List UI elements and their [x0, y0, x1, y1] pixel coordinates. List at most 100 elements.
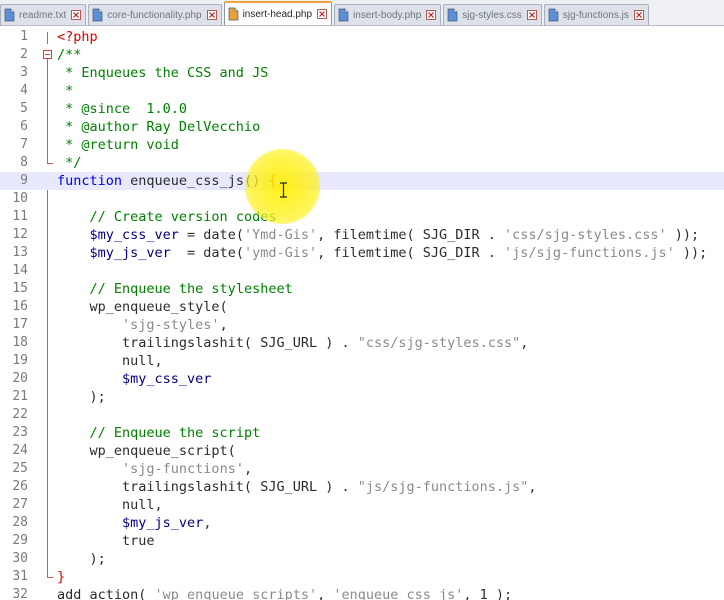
code-line[interactable]: 4 *	[0, 82, 724, 100]
code-text[interactable]: wp_enqueue_style(	[57, 298, 228, 316]
tab-insert-body-php[interactable]: insert-body.php	[334, 4, 442, 25]
code-line[interactable]: 32 add_action( 'wp_enqueue_scripts', 'enq…	[0, 586, 724, 600]
code-token: <?php	[57, 29, 98, 45]
code-line[interactable]: 12 $my_css_ver = date('Ymd-Gis', filemti…	[0, 226, 724, 244]
tab-sjg-styles-css[interactable]: sjg-styles.css	[443, 4, 542, 25]
code-text[interactable]: 'sjg-functions',	[57, 460, 252, 478]
line-number: 3	[20, 65, 28, 80]
code-line[interactable]: 27 null,	[0, 496, 724, 514]
code-text[interactable]: );	[57, 550, 106, 568]
code-line[interactable]: 25 'sjg-functions',	[0, 460, 724, 478]
code-line[interactable]: 14	[0, 262, 724, 280]
code-line[interactable]: 29 true	[0, 532, 724, 550]
code-text[interactable]: trailingslashit( SJG_URL ) . "css/sjg-st…	[57, 334, 528, 352]
code-text[interactable]: true	[57, 532, 155, 550]
code-line[interactable]: 28 $my_js_ver,	[0, 514, 724, 532]
code-text[interactable]: * @return void	[57, 136, 179, 154]
line-number: 11	[12, 209, 28, 224]
code-text[interactable]: 'sjg-styles',	[57, 316, 228, 334]
code-token: 'css/sjg-styles.css'	[504, 227, 667, 243]
code-text[interactable]: function enqueue_css_js() {	[57, 172, 276, 190]
line-number: 14	[12, 263, 28, 278]
tab-label: insert-body.php	[353, 9, 422, 21]
code-line[interactable]: 1 <?php	[0, 28, 724, 46]
close-icon[interactable]	[206, 10, 217, 20]
close-icon[interactable]	[526, 10, 537, 20]
code-line[interactable]: 26 trailingslashit( SJG_URL ) . "js/sjg-…	[0, 478, 724, 496]
code-text[interactable]: $my_js_ver,	[57, 514, 211, 532]
code-line[interactable]: 16 wp_enqueue_style(	[0, 298, 724, 316]
tab-insert-head-php[interactable]: insert-head.php	[223, 1, 333, 25]
line-number: 10	[12, 191, 28, 206]
code-line[interactable]: 30 );	[0, 550, 724, 568]
code-text[interactable]: * Enqueues the CSS and JS	[57, 64, 268, 82]
code-text[interactable]: // Enqueue the script	[57, 424, 261, 442]
code-text[interactable]: * @since 1.0.0	[57, 100, 187, 118]
code-text[interactable]: $my_css_ver	[57, 370, 211, 388]
line-number: 26	[12, 479, 28, 494]
code-line[interactable]: 17 'sjg-styles',	[0, 316, 724, 334]
code-line[interactable]: 10	[0, 190, 724, 208]
code-token: * @return void	[57, 137, 179, 153]
code-text[interactable]: <?php	[57, 28, 98, 46]
code-line[interactable]: 5 * @since 1.0.0	[0, 100, 724, 118]
code-text[interactable]: $my_js_ver = date('ymd-Gis', filemtime( …	[57, 244, 708, 262]
line-number: 24	[12, 443, 28, 458]
code-line[interactable]: 3 * Enqueues the CSS and JS	[0, 64, 724, 82]
code-token: $my_css_ver	[122, 371, 212, 387]
code-editor[interactable]: 1 <?php 2/** 3 * Enqueues the CSS and JS 4 *…	[0, 26, 724, 600]
code-text[interactable]: *	[57, 82, 73, 100]
code-token: trailingslashit( SJG_URL ) .	[57, 479, 358, 495]
code-line[interactable]: 6 * @author Ray DelVecchio	[0, 118, 724, 136]
code-text[interactable]: null,	[57, 496, 163, 514]
code-text[interactable]: // Create version codes	[57, 208, 277, 226]
line-number: 22	[12, 407, 28, 422]
code-line[interactable]: 7 * @return void	[0, 136, 724, 154]
code-text[interactable]: trailingslashit( SJG_URL ) . "js/sjg-fun…	[57, 478, 537, 496]
code-line[interactable]: 2 /**	[0, 46, 724, 64]
code-text[interactable]: $my_css_ver = date('Ymd-Gis', filemtime(…	[57, 226, 700, 244]
code-line[interactable]: 21 );	[0, 388, 724, 406]
close-icon[interactable]	[71, 10, 82, 20]
close-icon[interactable]	[317, 9, 327, 19]
code-token: }	[57, 569, 66, 585]
tab-sjg-functions-js[interactable]: sjg-functions.js	[543, 4, 649, 25]
line-number: 4	[20, 83, 28, 98]
close-icon[interactable]	[426, 10, 437, 20]
file-icon	[548, 8, 559, 22]
code-text[interactable]: }	[57, 568, 65, 586]
code-line[interactable]: 15 // Enqueue the stylesheet	[0, 280, 724, 298]
code-text[interactable]: null,	[57, 352, 163, 370]
code-text[interactable]: wp_enqueue_script(	[57, 442, 236, 460]
code-line[interactable]: 11 // Create version codes	[0, 208, 724, 226]
code-token: wp_enqueue_script(	[57, 443, 236, 459]
code-line[interactable]: 31}	[0, 568, 724, 586]
code-token: , filemtime( SJG_DIR .	[317, 227, 505, 243]
line-number: 13	[12, 245, 28, 260]
code-text[interactable]: /**	[57, 46, 81, 64]
tab-core-functionality-php[interactable]: core-functionality.php	[88, 4, 222, 25]
code-text[interactable]: add_action( 'wp_enqueue_scripts', 'enque…	[57, 586, 512, 600]
code-line[interactable]: 22	[0, 406, 724, 424]
code-line[interactable]: 19 null,	[0, 352, 724, 370]
tab-label: sjg-functions.js	[562, 9, 629, 21]
code-text[interactable]: );	[57, 388, 106, 406]
code-line[interactable]: 24 wp_enqueue_script(	[0, 442, 724, 460]
code-line[interactable]: 13 $my_js_ver = date('ymd-Gis', filemtim…	[0, 244, 724, 262]
code-line[interactable]: 18 trailingslashit( SJG_URL ) . "css/sjg…	[0, 334, 724, 352]
close-icon[interactable]	[633, 10, 644, 20]
code-token: ,	[243, 461, 253, 477]
code-text[interactable]: // Enqueue the stylesheet	[57, 280, 293, 298]
code-line[interactable]: 23 // Enqueue the script	[0, 424, 724, 442]
tab-readme-txt[interactable]: readme.txt	[0, 4, 87, 25]
code-token: null,	[57, 353, 163, 369]
code-text[interactable]: * @author Ray DelVecchio	[57, 118, 260, 136]
code-line[interactable]: 20 $my_css_ver	[0, 370, 724, 388]
code-token: , filemtime( SJG_DIR .	[317, 245, 505, 261]
code-text[interactable]: */	[57, 154, 81, 172]
code-line[interactable]: 8 */	[0, 154, 724, 172]
code-line[interactable]: 9 function enqueue_css_js() {	[0, 172, 724, 190]
